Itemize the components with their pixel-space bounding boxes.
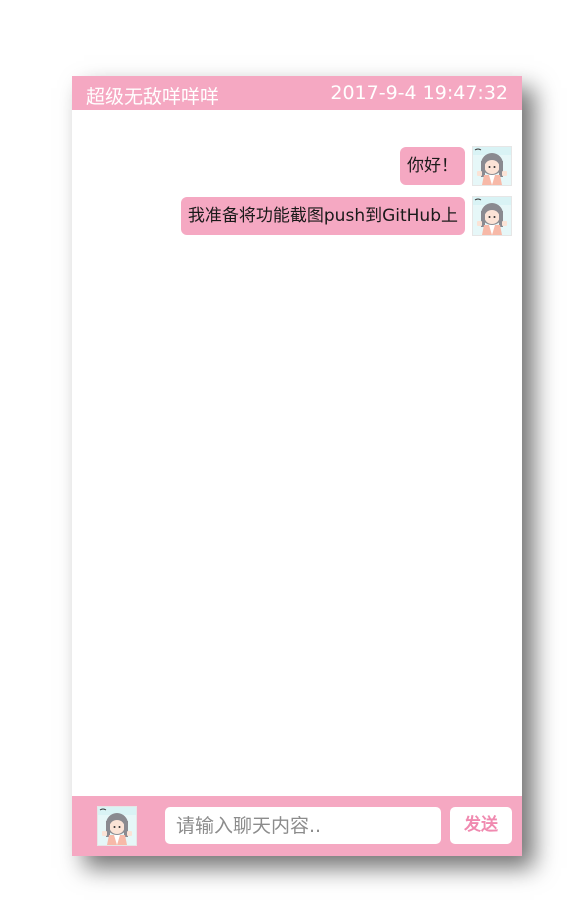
girl-avatar-icon[interactable] [472, 146, 512, 186]
girl-avatar-icon[interactable] [472, 196, 512, 236]
chat-window: 超级无敌咩咩咩 2017-9-4 19:47:32 你好！ 我准备将功能截图pu… [72, 76, 522, 856]
header-timestamp: 2017-9-4 19:47:32 [330, 82, 508, 104]
contact-name: 超级无敌咩咩咩 [86, 86, 220, 108]
send-button[interactable]: 发送 [450, 807, 512, 844]
chat-header: 超级无敌咩咩咩 2017-9-4 19:47:32 [72, 76, 522, 110]
message-input[interactable] [165, 807, 441, 844]
message-bubble: 你好！ [400, 147, 465, 185]
girl-avatar-icon[interactable] [97, 806, 137, 846]
message-item: 我准备将功能截图push到GitHub上 [180, 195, 512, 237]
message-bubble: 我准备将功能截图push到GitHub上 [180, 197, 465, 235]
message-item: 你好！ [400, 145, 512, 187]
composer-bar: 发送 [72, 796, 522, 856]
message-list[interactable]: 你好！ 我准备将功能截图push到GitHub上 [72, 110, 522, 796]
